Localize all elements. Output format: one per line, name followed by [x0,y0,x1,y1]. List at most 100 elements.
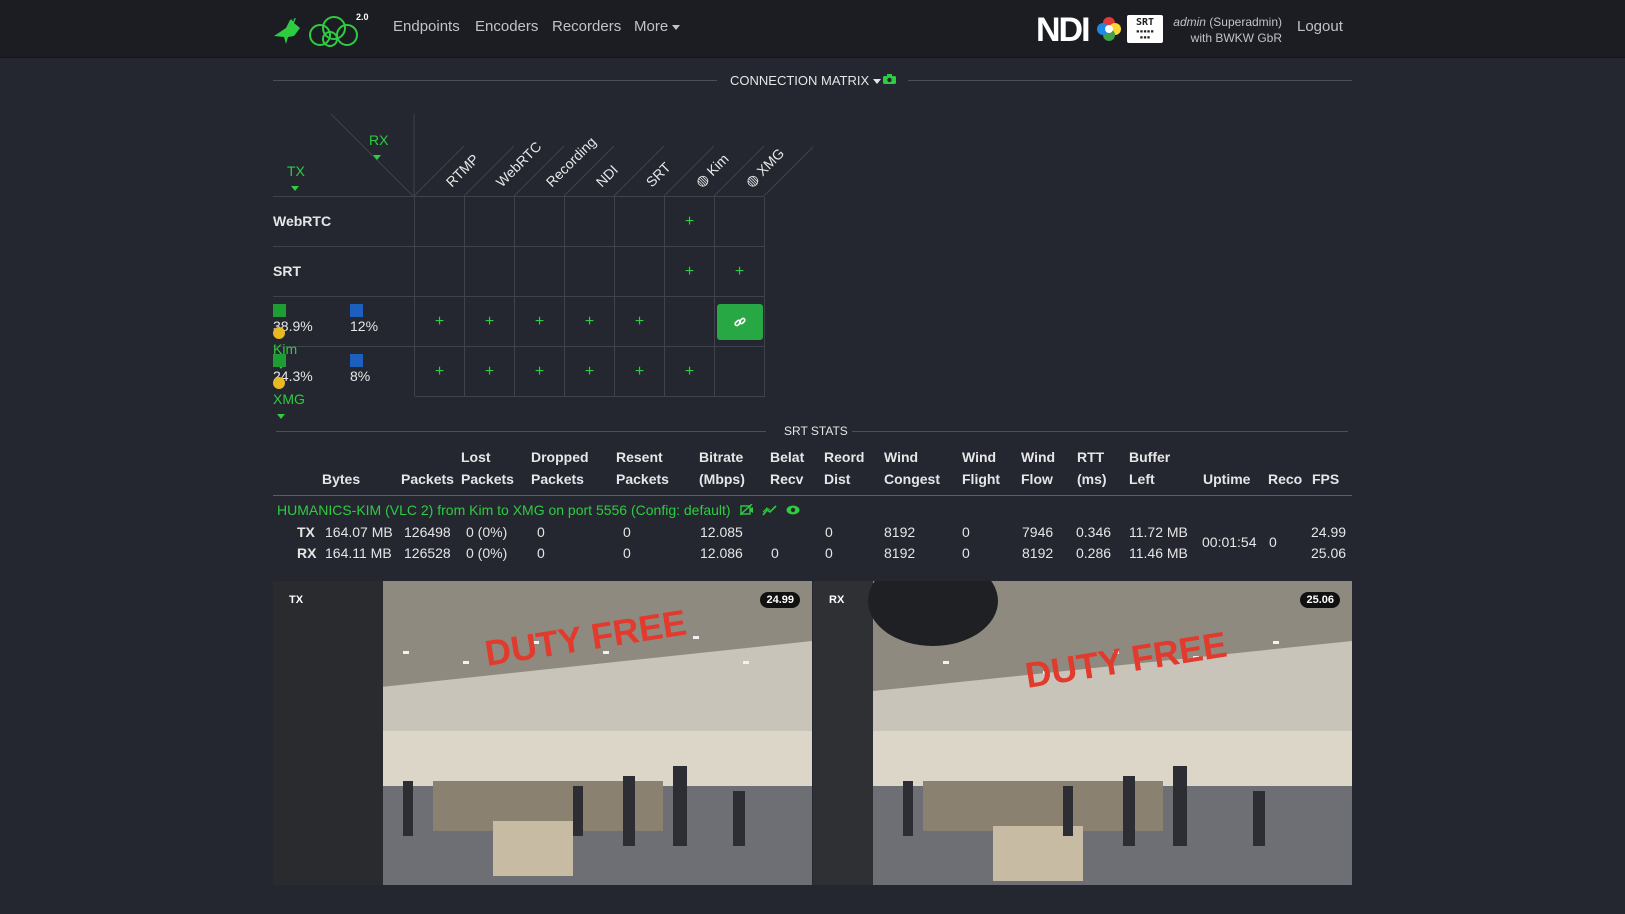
no-video-icon[interactable] [740,503,754,516]
matrix-header-lines [330,114,813,196]
ndi-logo: NDI [1036,11,1091,49]
matrix-cell[interactable]: + [615,347,665,397]
stats-header-line1: Belat [770,449,805,465]
stats-reco: 0 [1269,534,1277,550]
matrix-cell[interactable]: + [665,247,715,297]
divider [908,80,1352,81]
nav-recorders[interactable]: Recorders [552,18,621,35]
matrix-cell [565,197,615,247]
endpoint-xmg[interactable]: XMG [273,375,305,423]
mem-swatch [350,304,363,317]
stats-header: Belat Recv [770,446,804,490]
matrix-cell [665,297,715,347]
nav-encoders[interactable]: Encoders [475,18,538,35]
stats-header-line2: FPS [1312,471,1340,487]
matrix-cell[interactable]: + [465,347,515,397]
matrix-cell[interactable]: + [465,297,515,347]
user-info: admin (Superadmin) with BWKW GbR [1170,14,1282,46]
matrix-cell[interactable]: + [615,297,665,347]
ndi-flower-icon [1097,17,1121,41]
matrix-cell[interactable]: + [565,347,615,397]
matrix-cell[interactable]: + [665,197,715,247]
rx-label: RX [369,132,389,148]
chevron-down-icon [277,413,285,419]
matrix-cell [515,247,565,297]
stats-header-line2: Dist [824,471,851,487]
stats-header-line2: Flight [962,471,1001,487]
stats-rx-bitrate: 12.086 [700,545,743,561]
xmg-mem: 8% [350,352,370,384]
chart-line-icon[interactable] [762,504,778,516]
matrix-cell[interactable] [715,297,765,347]
matrix-cell[interactable]: + [415,347,465,397]
user-role: (Superadmin) [1209,15,1282,29]
stats-header: Bytes [322,446,360,490]
matrix-cell[interactable]: + [515,347,565,397]
stats-header: Buffer Left [1129,446,1170,490]
stats-tx-congest: 8192 [884,524,916,540]
stats-rx-lost: 0 (0%) [466,545,508,561]
stats-header-line2: (ms) [1077,471,1107,487]
matrix-cell [515,197,565,247]
stats-header-line2: Packets [531,471,584,487]
video-tx[interactable]: DUTY FREE TX 24.99 [273,581,812,885]
endpoint-status-icon [273,377,285,389]
srt-logo: SRT ▪▪▪▪▪ ▪▪▪ [1127,15,1163,43]
stats-rx-reord: 0 [825,545,833,561]
tx-dropdown[interactable]: TX [287,163,305,195]
nav-endpoints[interactable]: Endpoints [393,18,460,35]
matrix-cell[interactable]: + [715,247,765,297]
plus-icon: + [534,312,545,330]
matrix-cell[interactable]: + [415,297,465,347]
plus-icon: + [584,312,595,330]
stats-header-line1: Wind [884,449,919,465]
chevron-down-icon [672,24,681,30]
stats-row-label: TX [297,524,315,540]
matrix-cell [465,247,515,297]
eye-icon[interactable] [786,505,800,515]
camera-icon[interactable] [883,74,896,84]
endpoint-xmg-label: XMG [273,391,305,407]
tx-label: TX [287,163,305,179]
matrix-title[interactable]: CONNECTION MATRIX [730,73,882,88]
stats-rx-belat: 0 [771,545,779,561]
rx-dropdown[interactable]: RX [369,132,388,164]
nav-more-label: More [634,18,669,35]
stats-header: Bitrate (Mbps) [699,446,745,490]
video-rx-fps: 25.06 [1300,592,1340,608]
stats-rx-flight: 0 [962,545,970,561]
stats-uptime: 00:01:54 [1202,534,1257,550]
navbar: 2.0 Endpoints Encoders Recorders More ND… [0,0,1625,58]
matrix-cell [465,197,515,247]
stats-header-line2: Uptime [1203,471,1251,487]
matrix-cell[interactable]: + [565,297,615,347]
stats-header-line1 [322,446,360,468]
user-name: admin [1173,15,1206,29]
stats-header-line1: Resent [616,449,663,465]
stats-header-line1: Lost [461,449,491,465]
video-rx-frame: DUTY FREE [813,581,1352,885]
plus-icon: + [634,312,645,330]
video-rx[interactable]: DUTY FREE RX 25.06 [813,581,1352,885]
divider [273,495,1352,496]
stats-header: Wind Congest [884,446,940,490]
stats-tx-rtt: 0.346 [1076,524,1112,540]
xmg-mem-value: 8% [350,368,371,384]
plus-icon: + [584,362,595,380]
matrix-cell [615,247,665,297]
stats-rx-congest: 8192 [884,545,916,561]
connection-link-button[interactable] [716,303,763,340]
stats-header-line1: Reord [824,449,865,465]
stats-header-line1 [1268,446,1302,468]
matrix-title-label: CONNECTION MATRIX [730,73,870,88]
row-srt: SRT [273,263,301,279]
matrix-cell[interactable]: + [665,347,715,397]
matrix-cell[interactable]: + [515,297,565,347]
matrix-cell [565,247,615,297]
plus-icon: + [634,362,645,380]
nav-more[interactable]: More [634,18,681,35]
stats-header-line2: Recv [770,471,804,487]
logout-link[interactable]: Logout [1297,18,1343,35]
stats-row-label: RX [297,545,317,561]
stats-tx-fps: 24.99 [1311,524,1347,540]
